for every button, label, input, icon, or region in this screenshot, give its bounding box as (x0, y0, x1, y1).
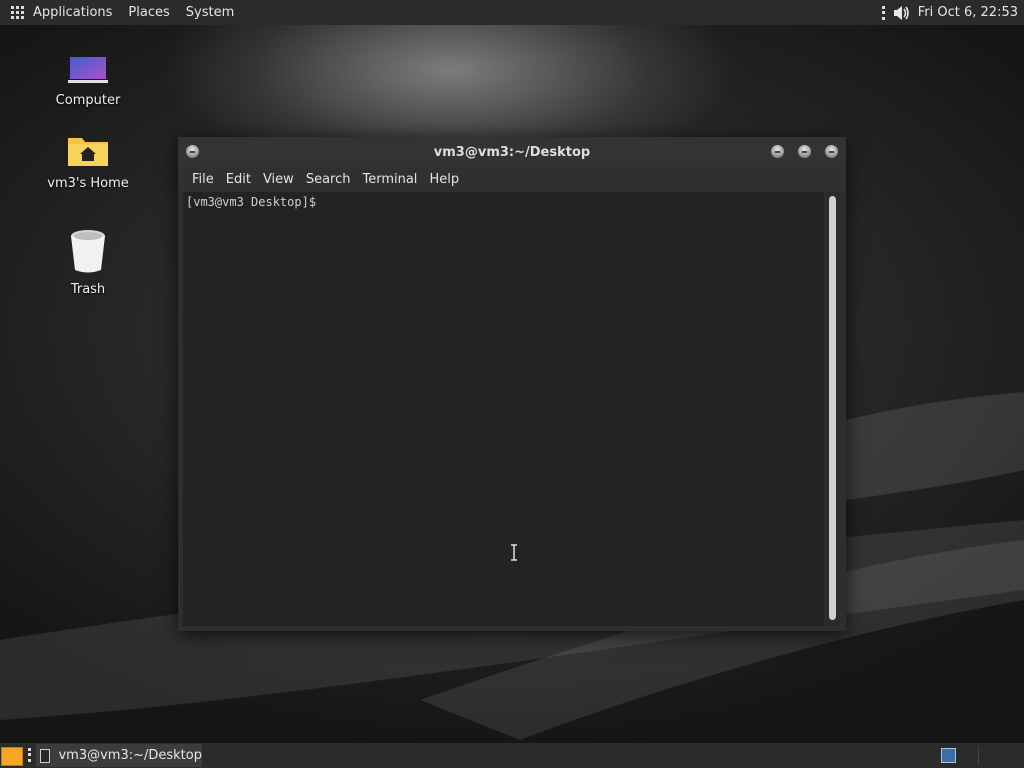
volume-icon[interactable] (892, 4, 910, 22)
menu-view[interactable]: View (263, 172, 294, 187)
taskbar-item-label: vm3@vm3:~/Desktop (58, 748, 202, 763)
panel-divider (978, 746, 979, 765)
terminal-icon (40, 748, 51, 763)
window-title: vm3@vm3:~/Desktop (433, 145, 591, 160)
show-desktop-button[interactable] (1, 747, 23, 766)
shell-prompt: [vm3@vm3 Desktop]$ (186, 195, 324, 209)
desktop-icon-computer[interactable]: Computer (43, 55, 133, 108)
terminal-window[interactable]: vm3@vm3:~/Desktop File Edit View Search … (178, 137, 846, 631)
desktop-icon-label: Trash (70, 282, 106, 297)
desktop-icon-trash[interactable]: Trash (43, 228, 133, 297)
terminal-menubar: File Edit View Search Terminal Help (178, 167, 846, 192)
menu-places[interactable]: Places (128, 5, 169, 20)
menu-help[interactable]: Help (429, 172, 459, 187)
text-cursor-icon (511, 544, 517, 561)
scrollbar-thumb[interactable] (829, 196, 836, 620)
menu-file[interactable]: File (192, 172, 214, 187)
terminal-area[interactable]: [vm3@vm3 Desktop]$ (183, 192, 824, 626)
desktop-icon-label: Computer (55, 93, 121, 108)
bottom-panel: vm3@vm3:~/Desktop (0, 743, 1024, 768)
menu-applications[interactable]: Applications (33, 5, 112, 20)
desktop-icon-home[interactable]: vm3's Home (43, 134, 133, 191)
close-button[interactable] (825, 145, 838, 158)
menu-search[interactable]: Search (306, 172, 351, 187)
top-panel: Applications Places System Fri Oct 6, 22… (0, 0, 1024, 25)
desktop-icon-label: vm3's Home (47, 176, 129, 191)
tray-grip-handle[interactable] (881, 5, 888, 20)
system-tray: Fri Oct 6, 22:53 (881, 0, 1018, 25)
workspace-switcher[interactable] (941, 748, 956, 763)
home-folder-icon (68, 138, 108, 166)
clock[interactable]: Fri Oct 6, 22:53 (918, 5, 1018, 20)
maximize-button[interactable] (798, 145, 811, 158)
trash-icon (71, 230, 105, 273)
menu-terminal[interactable]: Terminal (362, 172, 417, 187)
computer-icon (68, 57, 108, 83)
minimize-button[interactable] (771, 145, 784, 158)
apps-grid-icon[interactable] (11, 5, 25, 20)
scrollbar[interactable] (826, 192, 840, 626)
menu-system[interactable]: System (186, 5, 234, 20)
window-titlebar[interactable]: vm3@vm3:~/Desktop (178, 137, 846, 167)
taskbar-item-terminal[interactable]: vm3@vm3:~/Desktop (36, 744, 202, 767)
taskbar-grip-handle[interactable] (28, 748, 34, 762)
menu-edit[interactable]: Edit (226, 172, 251, 187)
